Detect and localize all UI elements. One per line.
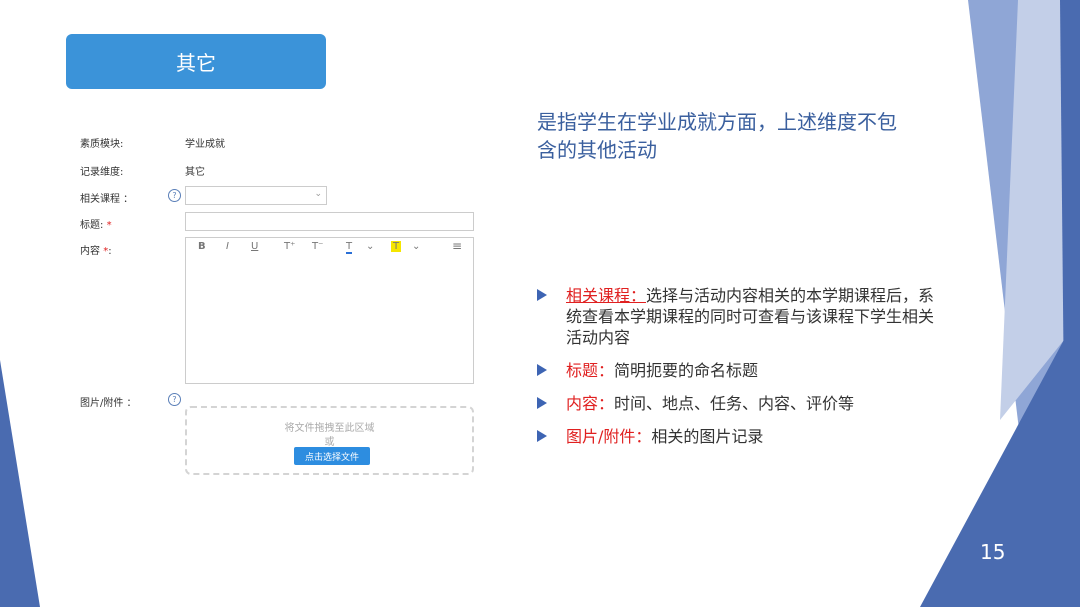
section-title: 其它 (66, 34, 326, 89)
file-drop-zone[interactable]: 将文件拖拽至此区域 或 点击选择文件 (185, 406, 474, 475)
bullet-text: 时间、地点、任务、内容、评价等 (614, 394, 855, 413)
arrow-bullet-icon (537, 397, 547, 409)
list-item: 内容：时间、地点、任务、内容、评价等 (537, 393, 937, 414)
drop-hint: 将文件拖拽至此区域 (284, 423, 375, 434)
font-color-button[interactable]: T (346, 241, 353, 254)
content-label: 内容 *: (80, 246, 112, 257)
description-text: 是指学生在学业成就方面，上述维度不包含的其他活动 (537, 110, 897, 162)
bullet-key: 标题： (566, 361, 615, 380)
bullet-key: 内容： (566, 394, 615, 413)
bullet-list: 相关课程：选择与活动内容相关的本学期课程后，系统查看本学期课程的同时可查看与该课… (537, 285, 937, 459)
deco-shape-left (0, 360, 40, 607)
chevron-down-icon[interactable]: ⌄ (366, 241, 374, 252)
bullet-text: 简明扼要的命名标题 (614, 361, 759, 380)
underline-button[interactable]: U (251, 241, 258, 252)
title-label: 标题: * (80, 220, 112, 231)
help-icon[interactable]: ? (168, 393, 181, 406)
course-label: 相关课程 ： (80, 194, 134, 205)
attachment-label: 图片/附件 ： (80, 398, 137, 409)
bullet-text: 相关的图片记录 (651, 427, 764, 446)
chevron-down-icon: ⌄ (314, 189, 322, 199)
quality-module-value: 学业成就 (185, 139, 225, 150)
chevron-down-icon[interactable]: ⌄ (412, 241, 420, 252)
page-number: 15 (980, 540, 1006, 564)
bullet-key: 图片/附件： (566, 427, 652, 446)
highlight-button[interactable]: T (391, 241, 402, 252)
quality-module-label: 素质模块: (80, 139, 124, 150)
arrow-bullet-icon (537, 430, 547, 442)
bullet-key: 相关课程： (566, 286, 647, 305)
list-item: 图片/附件：相关的图片记录 (537, 426, 937, 447)
title-input[interactable] (185, 212, 474, 231)
content-editor[interactable]: B I U T⁺ T⁻ T ⌄ T ⌄ ≡ (185, 237, 474, 384)
help-icon[interactable]: ? (168, 189, 181, 202)
bold-button[interactable]: B (198, 241, 206, 252)
align-icon[interactable]: ≡ (452, 239, 462, 253)
editor-toolbar: B I U T⁺ T⁻ T ⌄ T ⌄ ≡ (186, 238, 473, 258)
course-select[interactable]: ⌄ (185, 186, 327, 205)
arrow-bullet-icon (537, 364, 547, 376)
drop-or: 或 (324, 437, 335, 448)
dimension-label: 记录维度: (80, 167, 124, 178)
arrow-bullet-icon (537, 289, 547, 301)
dimension-value: 其它 (185, 167, 205, 178)
italic-button[interactable]: I (226, 241, 229, 252)
list-item: 相关课程：选择与活动内容相关的本学期课程后，系统查看本学期课程的同时可查看与该课… (537, 285, 937, 348)
font-size-down-button[interactable]: T⁻ (312, 241, 323, 252)
list-item: 标题：简明扼要的命名标题 (537, 360, 937, 381)
font-size-up-button[interactable]: T⁺ (284, 241, 295, 252)
choose-file-button[interactable]: 点击选择文件 (294, 447, 370, 465)
